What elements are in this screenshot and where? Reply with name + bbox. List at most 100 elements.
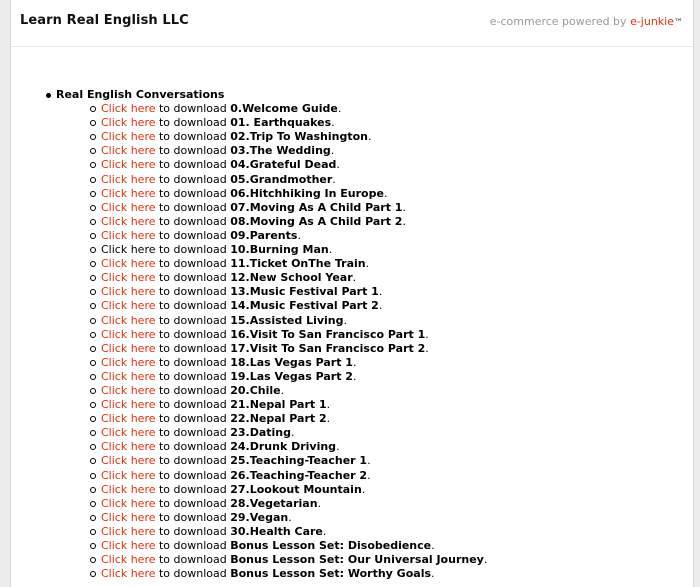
- download-item-title: 09.Parents: [230, 228, 298, 242]
- download-text: to download: [155, 271, 231, 285]
- download-item-title: 14.Music Festival Part 2: [230, 299, 379, 313]
- e-junkie-link[interactable]: e-junkie: [630, 15, 674, 28]
- circle-bullet-icon: [90, 402, 96, 409]
- download-text: to download: [155, 383, 231, 397]
- click-here-link[interactable]: Click here: [101, 356, 156, 369]
- click-here-link[interactable]: Click here: [101, 243, 156, 256]
- click-here-link[interactable]: Click here: [101, 299, 156, 312]
- download-item-title: 30.Health Care: [230, 524, 323, 538]
- download-text: to download: [155, 102, 231, 116]
- download-text: to download: [155, 398, 231, 412]
- download-item-suffix: .: [352, 355, 357, 369]
- click-here-link[interactable]: Click here: [101, 469, 156, 482]
- circle-bullet-icon: [90, 543, 96, 549]
- download-text: to download: [155, 369, 231, 383]
- click-here-link[interactable]: Click here: [101, 412, 156, 425]
- download-item-title: 03.The Wedding: [230, 144, 331, 158]
- download-item-suffix: .: [322, 524, 327, 538]
- download-item-title: 10.Burning Man: [230, 243, 329, 257]
- click-here-link[interactable]: Click here: [101, 215, 156, 228]
- download-item-suffix: .: [402, 200, 406, 214]
- download-item-suffix: .: [378, 285, 383, 299]
- click-here-link[interactable]: Click here: [101, 384, 156, 397]
- download-item: Click here to download Bonus Lesson Set:…: [90, 567, 693, 581]
- circle-bullet-icon: [90, 317, 96, 324]
- download-item-title: 06.Hitchhiking In Europe: [230, 186, 384, 200]
- download-text: to download: [155, 228, 231, 242]
- click-here-link[interactable]: Click here: [101, 102, 156, 115]
- download-text: to download: [155, 468, 231, 482]
- click-here-link[interactable]: Click here: [101, 398, 156, 411]
- download-text: to download: [155, 214, 231, 228]
- download-item-suffix: .: [352, 271, 357, 285]
- download-item-title: 01. Earthquakes: [230, 116, 332, 130]
- click-here-link[interactable]: Click here: [101, 201, 156, 214]
- click-here-link[interactable]: Click here: [101, 285, 156, 298]
- click-here-link[interactable]: Click here: [101, 511, 156, 524]
- click-here-link[interactable]: Click here: [101, 229, 156, 242]
- download-item-title: 27.Lookout Mountain: [230, 482, 362, 496]
- download-item-suffix: .: [326, 398, 331, 412]
- download-item: Click here to download 07.Moving As A Ch…: [90, 200, 693, 215]
- download-text: to download: [155, 243, 231, 257]
- click-here-link[interactable]: Click here: [101, 426, 156, 439]
- download-text: to download: [155, 496, 231, 510]
- circle-bullet-icon: [90, 528, 96, 535]
- download-text: to download: [155, 186, 231, 200]
- download-item-title: 16.Visit To San Francisco Part 1: [230, 327, 426, 341]
- download-item: Click here to download Bonus Lesson Set:…: [90, 539, 693, 553]
- download-item: Click here to download 09.Parents.: [90, 228, 693, 243]
- circle-bullet-icon: [90, 204, 96, 211]
- click-here-link[interactable]: Click here: [101, 130, 156, 143]
- click-here-link[interactable]: Click here: [101, 158, 156, 171]
- download-item-suffix: .: [328, 243, 333, 257]
- download-text: to download: [155, 567, 231, 581]
- product-section: Real English Conversations Click here to…: [11, 88, 693, 581]
- powered-prefix: e-commerce powered by: [489, 15, 631, 28]
- download-item-suffix: .: [383, 186, 388, 200]
- download-item-title: Bonus Lesson Set: Disobedience: [230, 539, 432, 552]
- download-item: Click here to download 26.Teaching-Teach…: [90, 468, 693, 483]
- click-here-link[interactable]: Click here: [101, 567, 156, 580]
- download-item: Click here to download 25.Teaching-Teach…: [90, 454, 693, 468]
- download-item-suffix: .: [326, 412, 331, 426]
- download-item: Click here to download 24.Drunk Driving.: [90, 440, 693, 454]
- store-name: Learn Real English LLC: [20, 13, 189, 28]
- click-here-link[interactable]: Click here: [101, 257, 156, 270]
- circle-bullet-icon: [90, 345, 96, 352]
- download-item: Click here to download 14.Music Festival…: [90, 299, 693, 313]
- click-here-link[interactable]: Click here: [101, 187, 156, 200]
- click-here-link[interactable]: Click here: [101, 483, 156, 496]
- download-item-title: 24.Drunk Driving: [230, 440, 337, 454]
- download-item: Click here to download 03.The Wedding.: [90, 144, 693, 158]
- circle-bullet-icon: [90, 387, 96, 394]
- click-here-link[interactable]: Click here: [101, 173, 156, 186]
- download-text: to download: [155, 327, 231, 341]
- click-here-link[interactable]: Click here: [101, 440, 156, 453]
- click-here-link[interactable]: Click here: [101, 342, 156, 355]
- circle-bullet-icon: [90, 444, 96, 451]
- click-here-link[interactable]: Click here: [101, 525, 156, 538]
- circle-bullet-icon: [90, 331, 96, 338]
- download-item: Click here to download 01. Earthquakes.: [90, 116, 693, 130]
- click-here-link[interactable]: Click here: [101, 328, 156, 341]
- download-text: to download: [155, 355, 231, 369]
- download-item: Click here to download Bonus Lesson Set:…: [90, 553, 693, 567]
- click-here-link[interactable]: Click here: [101, 553, 156, 566]
- click-here-link[interactable]: Click here: [101, 370, 156, 383]
- click-here-link[interactable]: Click here: [101, 497, 156, 510]
- click-here-link[interactable]: Click here: [101, 314, 156, 327]
- click-here-link[interactable]: Click here: [101, 116, 156, 129]
- click-here-link[interactable]: Click here: [101, 271, 156, 284]
- download-item: Click here to download 16.Visit To San F…: [90, 327, 693, 342]
- download-text: to download: [155, 510, 231, 524]
- download-item: Click here to download 0.Welcome Guide.: [90, 102, 693, 116]
- download-item: Click here to download 27.Lookout Mounta…: [90, 482, 693, 497]
- download-item-suffix: .: [352, 369, 357, 383]
- click-here-link[interactable]: Click here: [101, 144, 156, 157]
- download-text: to download: [155, 426, 231, 440]
- circle-bullet-icon: [90, 458, 96, 465]
- click-here-link[interactable]: Click here: [101, 539, 156, 552]
- click-here-link[interactable]: Click here: [101, 454, 156, 467]
- download-item-suffix: .: [402, 214, 406, 228]
